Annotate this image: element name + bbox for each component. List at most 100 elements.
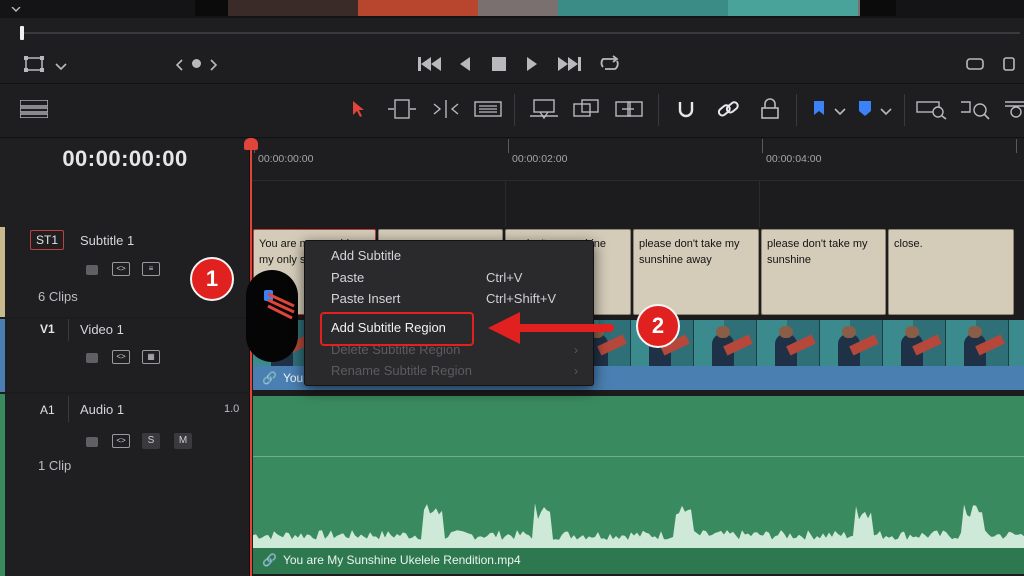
menu-item-add-subtitle[interactable]: Add Subtitle [331,248,401,263]
audio-track-level: 1.0 [224,403,240,415]
subtitle-track-badge: ST1 [36,233,59,247]
ruler-label: 00:00:04:00 [766,153,822,165]
chevron-right-icon[interactable] [209,58,219,76]
skip-to-end-icon[interactable] [557,57,581,76]
subtitle-track-name[interactable]: Subtitle 1 [80,233,134,248]
insert-clip-icon[interactable] [528,98,560,125]
auto-select-icon[interactable]: <> [112,350,130,364]
selection-tool-icon[interactable] [352,100,366,123]
subtitle-toggle-icon[interactable]: ≡ [142,262,160,276]
auto-select-icon[interactable]: <> [112,262,130,276]
toolbar-separator [904,94,905,126]
flag-icon[interactable] [812,100,826,123]
video-track-badge[interactable]: V1 [40,322,55,336]
menu-item-paste[interactable]: Paste [331,270,364,285]
cursor-highlight-icon [246,270,298,362]
grid-line [759,181,760,227]
subtitle-clip-count: 6 Clips [38,289,78,304]
replace-clip-icon[interactable] [614,98,644,125]
track-color-bar [0,394,5,576]
marker-dropdown-icon[interactable] [880,104,892,122]
ruler-label: 00:00:00:00 [258,153,314,165]
playhead-handle[interactable] [244,138,258,150]
stop-icon[interactable] [492,57,506,71]
zoom-detail-icon[interactable] [960,98,992,125]
blade-tool-icon[interactable] [474,100,502,123]
audio-clip-name: You are My Sunshine Ukelele Rendition.mp… [282,553,521,567]
ruler-lower-area [251,181,1024,227]
video-thumbnail [820,320,883,366]
zoom-full-icon[interactable] [916,98,948,125]
chevron-left-icon[interactable] [174,58,184,76]
lock-icon[interactable] [86,437,98,447]
ruler-label: 00:00:02:00 [512,153,568,165]
toolbar-separator [658,94,659,126]
step-badge-2: 2 [636,304,680,348]
scrubber-track[interactable] [20,32,1020,34]
mute-button[interactable]: M [174,433,192,449]
audio-centerline [253,456,1024,457]
video-thumbnail [694,320,757,366]
position-lock-icon[interactable] [760,98,780,125]
audio-clip-label: 🔗 You are My Sunshine Ukelele Rendition.m… [262,553,521,567]
menu-item-rename-subtitle-region[interactable]: Rename Subtitle Region [331,363,472,378]
zoom-custom-icon[interactable] [1004,98,1024,125]
menu-shortcut-paste: Ctrl+V [486,270,523,285]
video-track-name[interactable]: Video 1 [80,322,124,337]
linked-selection-icon[interactable] [716,98,740,125]
fullscreen-icon[interactable] [964,56,986,77]
flag-dropdown-icon[interactable] [834,104,846,122]
scrubber-handle[interactable] [20,26,24,40]
more-icon[interactable] [1002,56,1016,77]
step-badge-1: 1 [190,257,234,301]
step-back-icon[interactable] [459,57,471,76]
snapping-icon[interactable] [674,98,698,125]
audio-track-badge[interactable]: A1 [40,403,55,417]
timeline-view-options-icon[interactable] [19,99,49,123]
viewer-letterbox-left [195,0,228,16]
video-enable-icon[interactable]: ▦ [142,350,160,364]
audio-clip-count: 1 Clip [38,458,72,473]
chevron-down-icon[interactable] [55,59,67,77]
viewer-letterbox-right [860,0,896,16]
timeline-ruler[interactable] [251,139,1024,181]
auto-select-icon[interactable]: <> [112,434,130,448]
dot-icon[interactable] [192,59,201,68]
video-thumbnail [1009,320,1024,366]
dynamic-trim-icon[interactable] [430,98,462,125]
timecode-display[interactable]: 00:00:00:00 [0,146,250,172]
waveform-shape [253,503,1024,548]
overwrite-clip-icon[interactable] [572,98,600,125]
audio-waveform [253,503,1024,548]
track-color-bar [0,227,5,317]
loop-icon[interactable] [598,55,622,78]
marker-icon[interactable] [858,100,872,123]
subtitle-clip[interactable]: close. [888,229,1014,315]
annotation-arrow-icon [488,312,614,344]
viewer-mode-icon[interactable] [24,56,44,77]
transport-bar [0,48,1024,84]
ruler-tick [762,139,763,153]
ruler-tick [1016,139,1017,153]
subtitle-clip[interactable]: please don't take my sunshine [761,229,886,315]
toolbar-separator [514,94,515,126]
subtitle-clip[interactable]: please don't take my sunshine away [633,229,759,315]
divider [68,396,69,422]
link-icon: 🔗 [262,371,277,385]
solo-button[interactable]: S [142,433,160,449]
menu-shortcut-paste-insert: Ctrl+Shift+V [486,291,557,306]
lock-icon[interactable] [86,353,98,363]
link-icon: 🔗 [262,553,277,567]
highlight-box [320,312,474,346]
toolbar-separator [796,94,797,126]
track-header-audio[interactable] [0,394,250,576]
divider [68,319,69,341]
lock-icon[interactable] [86,265,98,275]
video-thumbnail [946,320,1009,366]
play-icon[interactable] [526,57,538,76]
audio-track-name[interactable]: Audio 1 [80,402,124,417]
menu-item-paste-insert[interactable]: Paste Insert [331,291,400,306]
viewer-video-frame [228,0,860,16]
skip-to-start-icon[interactable] [418,57,442,76]
trim-tool-icon[interactable] [386,98,418,125]
